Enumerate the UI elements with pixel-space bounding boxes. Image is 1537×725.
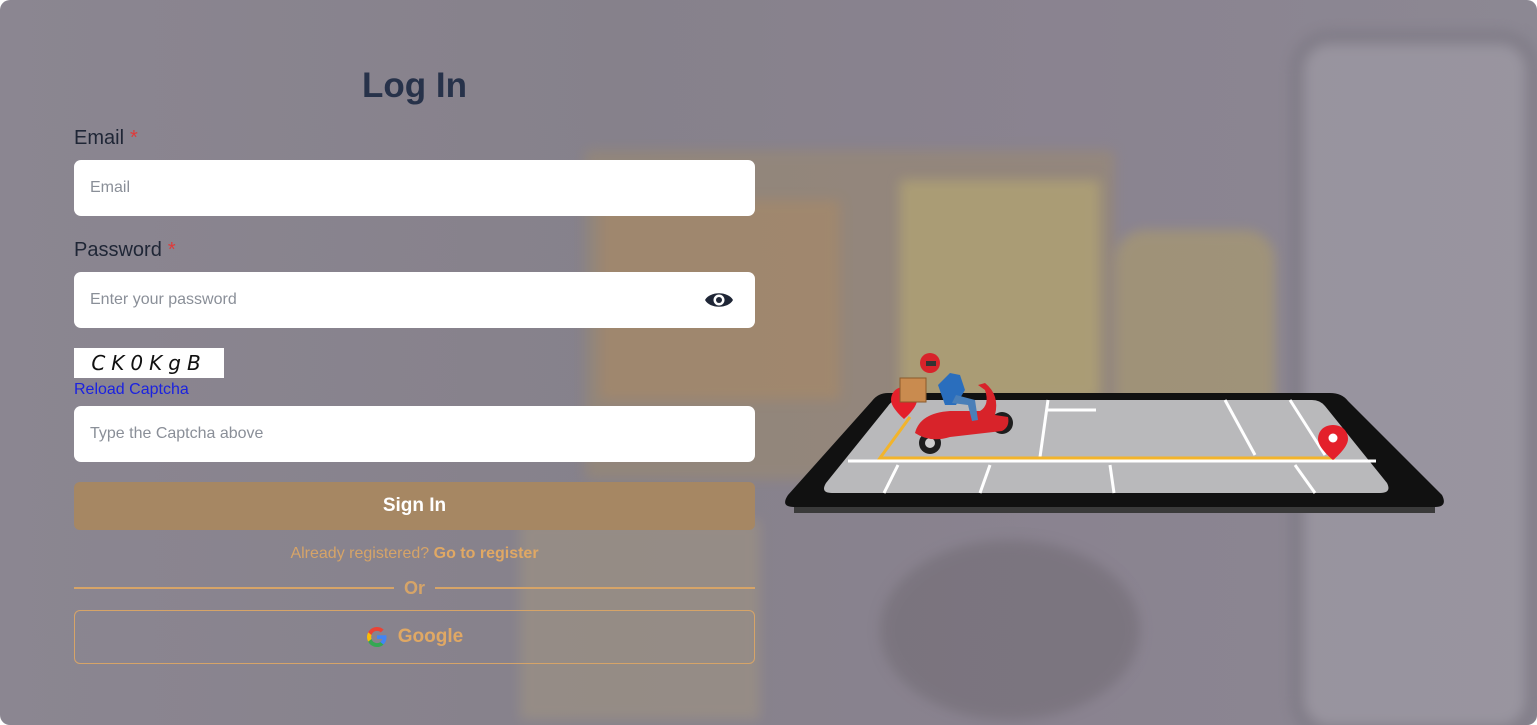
or-text: Or <box>404 577 426 598</box>
reload-captcha-link[interactable]: Reload Captcha <box>74 381 189 399</box>
email-label: Email * <box>74 127 138 150</box>
divider-line-left <box>74 587 394 589</box>
eye-icon[interactable] <box>704 289 734 311</box>
page-title: Log In <box>362 66 467 105</box>
email-field[interactable] <box>74 160 755 216</box>
go-to-register-link[interactable]: Go to register <box>434 545 539 562</box>
or-divider: Or <box>74 576 756 600</box>
password-label-text: Password <box>74 239 162 261</box>
password-field[interactable] <box>74 272 755 328</box>
password-label: Password * <box>74 239 176 262</box>
google-icon <box>366 627 387 647</box>
captcha-image: CK0KgB <box>74 348 224 378</box>
required-mark: * <box>130 127 138 149</box>
required-mark: * <box>167 239 176 261</box>
register-prompt: Already registered? Go to register <box>74 545 755 563</box>
email-label-text: Email <box>74 127 125 149</box>
login-form: Log In Email* Password* CK0KgB Reload Ca… <box>74 0 756 725</box>
sign-in-button[interactable]: Sign In <box>74 482 755 530</box>
google-signin-button[interactable]: Google <box>74 610 755 664</box>
blurred-wheel <box>880 540 1140 720</box>
already-registered-text: Already registered? <box>290 545 430 562</box>
google-label: Google <box>397 626 464 647</box>
captcha-field[interactable] <box>74 406 755 462</box>
divider-line-right <box>435 587 756 589</box>
scooter-delivery-phone-illustration <box>785 353 1444 513</box>
